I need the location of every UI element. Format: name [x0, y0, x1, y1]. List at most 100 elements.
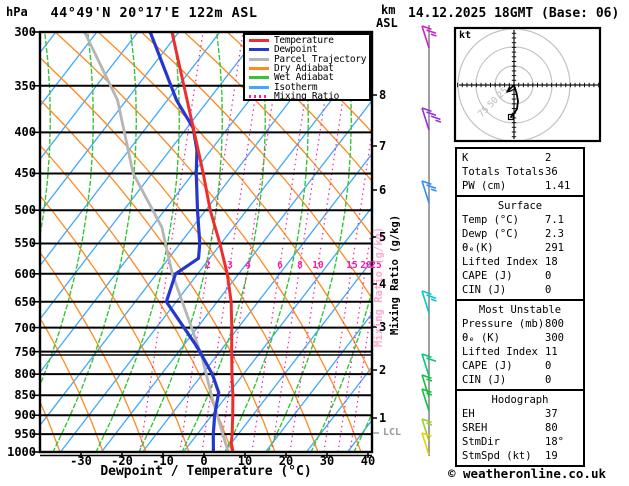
legend-line-sample — [249, 57, 269, 61]
table-row-label: K — [462, 152, 469, 164]
pressure-tick-label: 850 — [14, 388, 36, 403]
temperature-tick-label: -10 — [152, 454, 174, 468]
table-section-header: Surface — [497, 200, 543, 212]
table-row-label: CAPE (J) — [462, 360, 513, 372]
temperature-tick-label: 30 — [319, 454, 335, 468]
table-row-label: Pressure (mb) — [462, 318, 545, 330]
table-row-value: 7.1 — [545, 214, 564, 226]
pressure-tick-label: 700 — [14, 320, 36, 335]
km-tick-label: 3 — [379, 320, 387, 334]
copyright-credit: © weatheronline.co.uk — [447, 466, 607, 481]
table-row-value: 0 — [545, 360, 552, 372]
table-row: CIN (J) 0 — [457, 283, 583, 297]
table-row-value: 2.3 — [545, 228, 564, 240]
temperature-tick-label: -20 — [111, 454, 133, 468]
altitude-axis-unit: km — [381, 3, 396, 17]
table-row: EH 37 — [457, 407, 583, 421]
table-row: CIN (J) 0 — [457, 373, 583, 387]
table-section: Surface Temp (°C) 7.1 Dewp (°C) 2.3 θₑ(K) 291 L… — [455, 195, 585, 301]
pressure-axis-unit: hPa — [6, 5, 28, 19]
altitude-axis-ref: ASL — [376, 16, 398, 30]
temperature-tick-label: 40 — [360, 454, 376, 468]
table-row: CAPE (J) 0 — [457, 269, 583, 283]
table-row: PW (cm) 1.41 — [457, 179, 583, 193]
wind-barb-column — [421, 25, 442, 456]
mixing-ratio-value-label: 4 — [245, 260, 251, 271]
table-row-label: StmSpd (kt) — [462, 450, 532, 462]
pressure-tick-label: 800 — [14, 367, 36, 382]
km-tick-label: 4 — [379, 277, 387, 291]
temperature-tick-label: 20 — [278, 454, 294, 468]
table-row-label: Dewp (°C) — [462, 228, 519, 240]
km-tick-label: 6 — [379, 183, 387, 197]
table-row: θₑ(K) 291 — [457, 241, 583, 255]
wind-barb — [421, 107, 442, 131]
table-section-header: Most Unstable — [478, 304, 562, 316]
mixing-ratio-value-label: 10 — [312, 260, 324, 271]
mixing-ratio-value-label: 6 — [277, 260, 283, 271]
table-row-value: 0 — [545, 270, 552, 282]
table-row-value: 300 — [545, 332, 564, 344]
legend-line-sample — [249, 48, 269, 52]
table-row-label: StmDir — [462, 436, 500, 448]
pressure-tick-label: 600 — [14, 266, 36, 281]
table-row: Totals Totals 36 — [457, 165, 583, 179]
legend-line-sample — [249, 39, 269, 43]
table-row: StmDir 18° — [457, 435, 583, 449]
legend-line-sample — [249, 94, 269, 98]
datetime-title: 14.12.2025 18GMT (Base: 06) — [408, 6, 620, 21]
km-tick-label: 1 — [379, 411, 387, 425]
indices-table: K 2 Totals Totals 36 PW (cm) 1.41 Surface Temp … — [455, 147, 585, 467]
km-tick-label: 7 — [379, 139, 387, 153]
pressure-tick-label: 1000 — [7, 445, 36, 459]
table-row-value: 0 — [545, 284, 552, 296]
table-row: SREH 80 — [457, 421, 583, 435]
table-section: K 2 Totals Totals 36 PW (cm) 1.41 — [455, 147, 585, 197]
pressure-tick-label: 750 — [14, 344, 36, 359]
km-tick-label: 5 — [379, 230, 387, 244]
table-row: K2 — [457, 151, 583, 165]
mixing-ratio-axis-label: Mixing Ratio (g/kg) — [389, 214, 401, 336]
table-row-value: 1.41 — [545, 180, 571, 192]
pressure-tick-label: 650 — [14, 294, 36, 309]
km-tick-label: 8 — [379, 88, 387, 102]
table-row-value: 19 — [545, 450, 558, 462]
legend-item-label: Mixing Ratio — [274, 90, 340, 102]
table-row: Pressure (mb) 800 — [457, 317, 583, 331]
table-row-value: 18 — [545, 256, 558, 268]
table-section: Hodograph EH 37 SREH 80 StmDir 18° StmSpd (kt) 1… — [455, 389, 585, 467]
table-row-value: 11 — [545, 346, 558, 358]
table-row-label: CIN (J) — [462, 374, 507, 386]
legend: Temperature Dewpoint Parcel Trajectory Dry … — [243, 33, 371, 101]
temperature-tick-label: 10 — [237, 454, 253, 468]
table-row-label: Lifted Index — [462, 346, 538, 358]
legend-line-sample — [249, 85, 269, 89]
table-row-label: θₑ(K) — [462, 242, 494, 254]
table-row-label: Totals Totals — [462, 166, 545, 178]
table-row-label: Temp (°C) — [462, 214, 519, 226]
legend-line-sample — [249, 76, 269, 80]
wet-adiabat-lines — [40, 32, 372, 452]
table-row-value: 2 — [545, 152, 552, 164]
table-row: Temp (°C) 7.1 — [457, 213, 583, 227]
sounding-curves — [83, 32, 235, 452]
table-row-label: PW (cm) — [462, 180, 507, 192]
table-row-value: 291 — [545, 242, 564, 254]
table-row-label: θₑ (K) — [462, 332, 500, 344]
pressure-tick-label: 950 — [14, 427, 36, 442]
lcl-marker-label: LCL — [383, 427, 402, 438]
table-row-value: 37 — [545, 408, 558, 420]
legend-item: Mixing Ratio — [249, 92, 369, 101]
pressure-tick-label: 350 — [14, 78, 36, 93]
table-row: StmSpd (kt) 19 — [457, 449, 583, 463]
temperature-tick-label: 0 — [200, 454, 208, 468]
table-row-label: CIN (J) — [462, 284, 507, 296]
pressure-tick-label: 900 — [14, 408, 36, 423]
table-row-value: 36 — [545, 166, 558, 178]
legend-item-label: Wet Adiabat — [274, 72, 334, 84]
legend-line-sample — [249, 67, 269, 71]
pressure-tick-label: 500 — [14, 203, 36, 218]
table-row: Dewp (°C) 2.3 — [457, 227, 583, 241]
table-section: Most Unstable Pressure (mb) 800 θₑ (K) 300 Li… — [455, 299, 585, 391]
table-row-value: 0 — [545, 374, 552, 386]
